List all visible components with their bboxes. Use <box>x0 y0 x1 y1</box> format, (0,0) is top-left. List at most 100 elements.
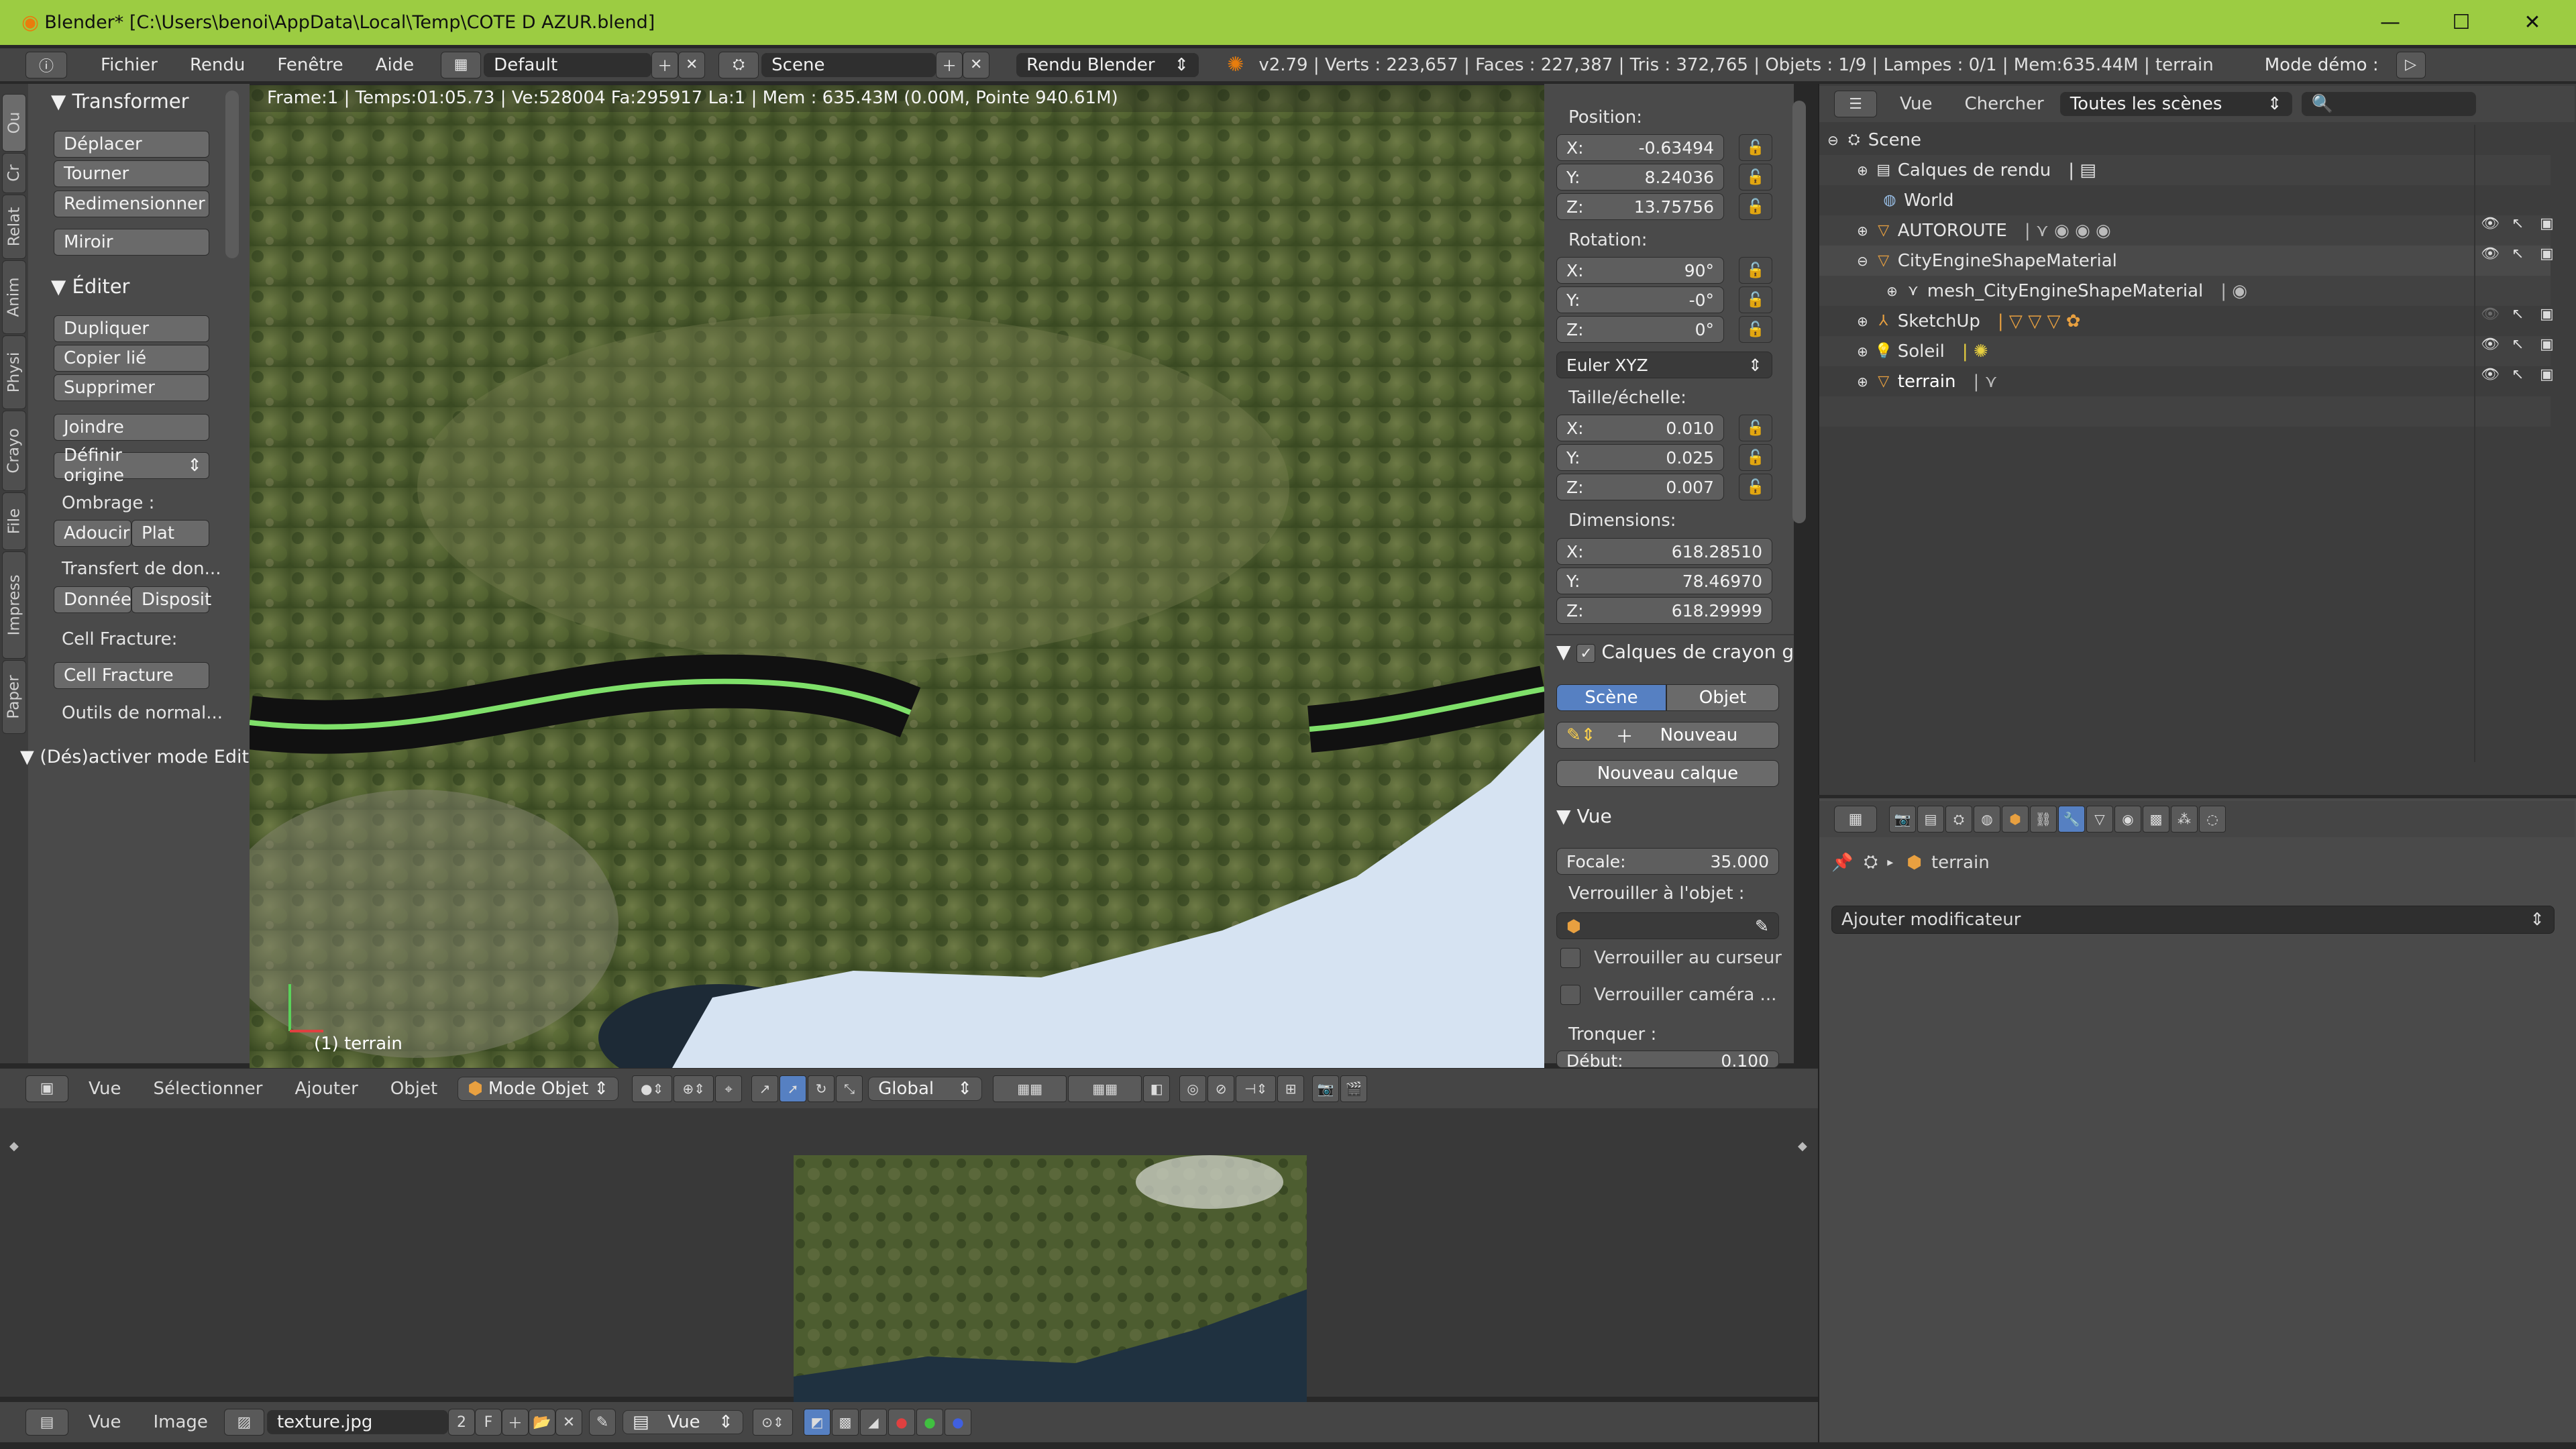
new-layer-button[interactable]: Nouveau calque <box>1556 760 1779 787</box>
image-editor-type-icon[interactable]: ▤ <box>25 1409 68 1436</box>
expand-icon[interactable]: ⊕ <box>1886 283 1898 299</box>
maximize-button[interactable]: ☐ <box>2426 0 2497 45</box>
dimensions-x-field[interactable]: X: 618.28510 <box>1556 538 1772 565</box>
location-x-field[interactable]: X: -0.63494 <box>1556 134 1724 161</box>
outliner-row-soleil[interactable]: ⊕ 💡 Soleil | ✺ <box>1819 336 2551 366</box>
tab-print[interactable]: Impress <box>2 551 26 659</box>
lock-icon[interactable]: 🔓 <box>1739 415 1772 441</box>
pivot-icon[interactable]: ⊙⇕ <box>752 1409 793 1436</box>
expand-icon[interactable]: ⊕ <box>1857 374 1868 390</box>
visibility-eye-icon[interactable]: 👁 <box>2481 366 2500 383</box>
modifiers-tab-icon[interactable]: 🔧 <box>2058 806 2085 833</box>
outliner-row-scene[interactable]: ⊖ ⛭ Scene <box>1819 125 2551 155</box>
scene-selector[interactable]: Scene <box>761 52 936 77</box>
scale-widget-icon[interactable]: ⤡ <box>836 1075 863 1102</box>
render-tab-icon[interactable]: 📷 <box>1889 806 1916 833</box>
tool-shelf-scrollbar[interactable] <box>225 91 239 258</box>
select-cursor-icon[interactable]: ↖ <box>2512 306 2524 323</box>
checkbox-icon[interactable] <box>1560 985 1580 1005</box>
select-cursor-icon[interactable]: ↖ <box>2512 366 2524 383</box>
translate-button[interactable]: Déplacer <box>54 131 209 158</box>
lock-icon[interactable]: 🔓 <box>1739 193 1772 220</box>
physics-tab-icon[interactable]: ◌ <box>2199 806 2226 833</box>
visibility-eye-icon[interactable]: 👁 <box>2481 336 2500 353</box>
lock-icon[interactable]: 🔓 <box>1739 257 1772 284</box>
expand-icon[interactable]: ⊕ <box>1857 313 1868 329</box>
remove-scene-icon[interactable]: ✕ <box>963 51 990 78</box>
minimize-button[interactable]: — <box>2355 0 2426 45</box>
menu-window[interactable]: Fenêtre <box>261 55 359 75</box>
scene-icon[interactable]: ⛭ <box>718 51 759 78</box>
outliner-row-sketchup[interactable]: ⊕ ⅄ SketchUp | ▽ ▽ ▽ ✿ <box>1819 306 2551 336</box>
pin-image-icon[interactable]: ✎ <box>588 1409 616 1436</box>
set-origin-dropdown[interactable]: Définir origine ⇕ <box>54 445 209 486</box>
image-editor[interactable]: ◆ ◆ <box>0 1108 1818 1402</box>
location-y-field[interactable]: Y: 8.24036 <box>1556 164 1724 191</box>
image-browse-icon[interactable]: ▨ <box>223 1409 264 1436</box>
lock-to-cursor-checkbox[interactable]: Verrouiller au curseur <box>1560 948 1782 968</box>
gp-new-button[interactable]: ✎⇕ ＋ Nouveau <box>1556 722 1779 749</box>
outliner-row-render-layers[interactable]: ⊕ ▤ Calques de rendu | ▤ <box>1819 155 2551 185</box>
eyedropper-icon[interactable]: ✎ <box>1755 916 1769 936</box>
open-image-icon[interactable]: 📂 <box>528 1409 555 1436</box>
tab-tools[interactable]: Ou <box>2 94 26 152</box>
expand-icon[interactable]: ⊕ <box>1857 162 1868 178</box>
tab-create[interactable]: Cr <box>2 153 26 193</box>
tab-file[interactable]: File <box>2 492 26 550</box>
render-animation-icon[interactable]: 🎬 <box>1340 1075 1368 1102</box>
image-mode-selector[interactable]: ▤ Vue ⇕ <box>622 1410 743 1434</box>
object-tab-icon[interactable]: ⬢ <box>2002 806 2029 833</box>
select-cursor-icon[interactable]: ↖ <box>2512 215 2524 232</box>
properties-region-scrollbar[interactable] <box>1792 101 1806 523</box>
proportional-edit-icon[interactable]: ◎ <box>1179 1075 1207 1102</box>
dimensions-y-field[interactable]: Y: 78.46970 <box>1556 568 1772 594</box>
outliner-row-autoroute[interactable]: ⊕ ▽ AUTOROUTE | ⋎ ◉ ◉ ◉ <box>1819 215 2551 246</box>
shading-icon[interactable]: ●⇕ <box>632 1075 673 1102</box>
info-editor-type-icon[interactable]: ⓘ <box>25 51 67 78</box>
menu-image[interactable]: Image <box>138 1412 224 1432</box>
toggle-edit-mode-panel[interactable]: ▼ (Dés)activer mode Edit <box>20 747 249 767</box>
view-panel-title[interactable]: ▼ Vue <box>1556 805 1612 827</box>
region-expand-icon[interactable]: ◆ <box>9 1139 19 1153</box>
snap-element-icon[interactable]: ⊣⇕ <box>1236 1075 1277 1102</box>
region-expand-icon[interactable]: ◆ <box>1798 1139 1807 1153</box>
render-camera-icon[interactable]: ▣ <box>2540 246 2554 262</box>
layers-grid-icon[interactable]: ▦▦ <box>993 1075 1067 1102</box>
menu-select[interactable]: Sélectionner <box>138 1079 279 1099</box>
data-layout-button[interactable]: Disposit <box>131 586 211 613</box>
particles-tab-icon[interactable]: ⁂ <box>2171 806 2198 833</box>
rotation-mode-dropdown[interactable]: Euler XYZ ⇕ <box>1556 352 1772 378</box>
visibility-eye-icon[interactable]: 👁 <box>2481 215 2500 232</box>
z-buffer-icon[interactable]: ◢ <box>859 1409 887 1436</box>
play-icon[interactable]: ▷ <box>2396 51 2426 78</box>
mode-selector[interactable]: ⬢ Mode Objet ⇕ <box>458 1076 619 1101</box>
lock-icon[interactable]: 🔓 <box>1739 444 1772 471</box>
menu-object[interactable]: Objet <box>374 1079 453 1099</box>
visibility-eye-icon[interactable]: 👁 <box>2481 306 2500 323</box>
green-channel-icon[interactable]: ● <box>916 1409 943 1436</box>
gp-scene-toggle[interactable]: Scène <box>1556 684 1666 711</box>
edit-panel-title[interactable]: ▼ Éditer <box>51 275 129 298</box>
tab-relations[interactable]: Relat <box>2 195 26 259</box>
manipulator-icon[interactable]: ⌖ <box>715 1075 743 1102</box>
lock-icon[interactable]: 🔓 <box>1739 164 1772 191</box>
tab-physics[interactable]: Physi <box>2 335 26 409</box>
scale-x-field[interactable]: X: 0.010 <box>1556 415 1724 441</box>
grease-pencil-layers-panel[interactable]: ▼ ✓ Calques de crayon g <box>1556 641 1794 663</box>
menu-view[interactable]: Vue <box>72 1079 138 1099</box>
layout-grid-icon[interactable]: ▦ <box>441 51 482 78</box>
scale-z-field[interactable]: Z: 0.007 <box>1556 474 1724 500</box>
location-z-field[interactable]: Z: 13.75756 <box>1556 193 1724 220</box>
outliner-editor-type-icon[interactable]: ☰ <box>1834 91 1877 117</box>
render-layers-tab-icon[interactable]: ▤ <box>1917 806 1944 833</box>
rotation-x-field[interactable]: X: 90° <box>1556 257 1724 284</box>
fake-user-toggle[interactable]: F <box>474 1409 502 1436</box>
menu-view[interactable]: Vue <box>72 1412 138 1432</box>
widget-toggle-icon[interactable]: ↗ <box>751 1075 779 1102</box>
new-image-icon[interactable]: ＋ <box>501 1409 529 1436</box>
lock-icon[interactable]: 🔓 <box>1739 286 1772 313</box>
delete-button[interactable]: Supprimer <box>54 374 209 401</box>
render-camera-icon[interactable]: ▣ <box>2540 366 2554 383</box>
display-channels-icon[interactable]: ◩ <box>803 1409 830 1436</box>
rotate-widget-icon[interactable]: ↻ <box>808 1075 835 1102</box>
